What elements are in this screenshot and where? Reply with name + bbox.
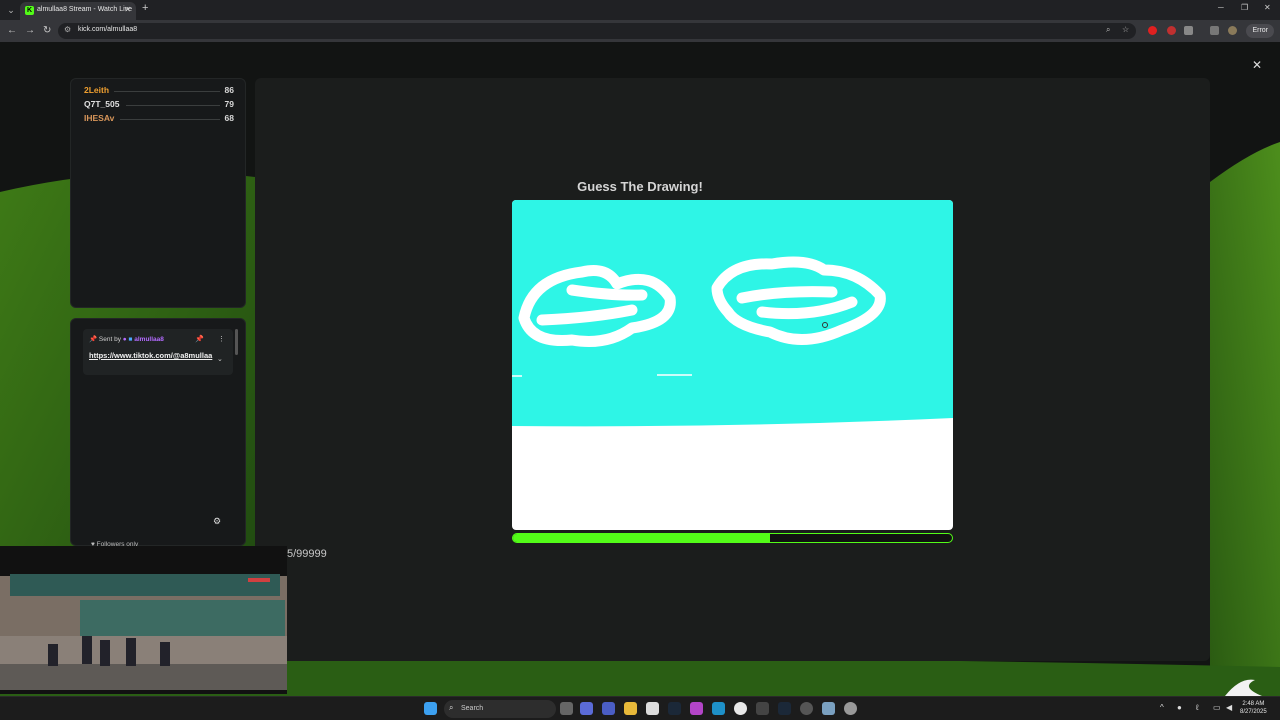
zoom-icon[interactable]: ⌕	[1106, 25, 1110, 35]
extension-record-icon[interactable]	[1148, 26, 1157, 35]
leaderboard-row: IHESAv 68	[84, 113, 234, 125]
pin-icon: 📌	[89, 336, 98, 343]
leaderboard-divider	[120, 119, 220, 120]
unpin-icon[interactable]: 📌	[195, 335, 204, 343]
taskbar-search[interactable]: ⌕ Search	[444, 700, 556, 718]
pinned-link[interactable]: https://www.tiktok.com/@a8mullaa	[89, 350, 213, 361]
extensions-puzzle-icon[interactable]	[1184, 26, 1193, 35]
tray-overflow-icon[interactable]: ^	[1160, 703, 1164, 712]
taskbar-clock[interactable]: 2:48 AM 8/27/2025	[1240, 700, 1267, 716]
expand-chevron-icon[interactable]: ⌄	[217, 355, 223, 363]
teams-icon[interactable]	[602, 702, 615, 715]
volume-icon[interactable]: ◀	[1226, 703, 1232, 712]
obs-icon[interactable]	[690, 702, 703, 715]
leaderboard-name: IHESAv	[84, 113, 115, 123]
tab-active[interactable]: K almullaa8 Stream - Watch Live ✕	[20, 2, 136, 20]
leaderboard-score: 68	[224, 113, 234, 123]
kick-favicon-icon: K	[25, 6, 34, 15]
settings-icon[interactable]	[844, 702, 857, 715]
leaderboard-name: Q7T_505	[84, 99, 120, 109]
mic-badge-icon: ●	[122, 336, 127, 343]
pinned-header: 📌 Sent by ● ■ almullaa8	[89, 335, 164, 343]
leaderboard-row: Q7T_505 79	[84, 99, 234, 111]
app-icon[interactable]	[756, 702, 769, 715]
chat-scrollbar[interactable]	[235, 329, 238, 355]
stream-page: ✕ 2Leith 86 Q7T_505 79 IHESAv 68 📌 Sent …	[0, 42, 1280, 696]
tab-bar: ⌄ K almullaa8 Stream - Watch Live ✕ + ─ …	[0, 0, 1280, 20]
chat-settings-icon[interactable]: ⚙	[213, 516, 221, 527]
minimize-icon[interactable]: ─	[1218, 3, 1224, 12]
media-icon[interactable]	[1210, 26, 1219, 35]
window-close-icon[interactable]: ✕	[1264, 3, 1271, 12]
tab-title: almullaa8 Stream - Watch Live	[37, 6, 133, 13]
leaderboard-name: 2Leith	[84, 85, 110, 95]
more-options-icon[interactable]: ⋮	[218, 335, 225, 343]
address-bar[interactable]: ⚙ kick.com/almullaa8 ⌕ ☆	[58, 23, 1136, 39]
webcam-feed	[0, 546, 287, 694]
tab-close-icon[interactable]: ✕	[124, 5, 131, 14]
pinned-sent-by: Sent by	[98, 336, 121, 343]
chat-app-icon[interactable]	[580, 702, 593, 715]
clock-date: 8/27/2025	[1240, 709, 1267, 715]
browser-toolbar: ← → ↻ ⚙ kick.com/almullaa8 ⌕ ☆ Error	[0, 20, 1280, 42]
edge-icon[interactable]	[712, 702, 725, 715]
leaderboard-divider	[114, 91, 220, 92]
address-url[interactable]: kick.com/almullaa8	[78, 26, 137, 33]
task-view-icon[interactable]	[560, 702, 573, 715]
pinned-username[interactable]: almullaa8	[134, 336, 164, 343]
error-button[interactable]: Error	[1246, 24, 1274, 38]
file-explorer-icon[interactable]	[624, 702, 637, 715]
overlay-close-icon[interactable]: ✕	[1252, 58, 1262, 72]
timer-progress-bar	[512, 533, 953, 543]
forward-icon[interactable]: →	[25, 25, 35, 36]
clock-time: 2:48 AM	[1242, 701, 1265, 707]
reload-icon[interactable]: ↻	[43, 25, 51, 36]
pinned-message: 📌 Sent by ● ■ almullaa8 📌 ⋮ https://www.…	[83, 329, 233, 375]
microphone-icon[interactable]: ●	[1177, 703, 1182, 712]
site-info-icon[interactable]: ⚙	[64, 25, 71, 34]
steam-icon[interactable]	[668, 702, 681, 715]
game-title: Guess The Drawing!	[577, 179, 703, 194]
window-app-icon[interactable]	[822, 702, 835, 715]
webcam-overlay	[0, 546, 287, 694]
drawing	[512, 200, 953, 427]
leaderboard-row: 2Leith 86	[84, 85, 234, 97]
steam-icon-2[interactable]	[778, 702, 791, 715]
new-tab-icon[interactable]: +	[142, 2, 148, 14]
extension-icon[interactable]	[1167, 26, 1176, 35]
profile-avatar-icon[interactable]	[1228, 26, 1237, 35]
maximize-icon[interactable]: ❐	[1241, 3, 1248, 12]
pen-icon[interactable]: ℓ	[1196, 703, 1199, 712]
timer-progress-fill	[513, 534, 770, 542]
leaderboard-score: 79	[224, 99, 234, 109]
store-icon[interactable]	[646, 702, 659, 715]
windows-start-icon[interactable]	[424, 702, 437, 715]
drawing-canvas[interactable]	[512, 200, 953, 530]
bookmark-star-icon[interactable]: ☆	[1122, 25, 1129, 34]
leaderboard-divider	[126, 105, 220, 106]
round-counter: 5/99999	[287, 548, 327, 560]
tab-search-icon[interactable]: ⌄	[4, 3, 18, 17]
game-launcher-icon[interactable]	[800, 702, 813, 715]
chrome-icon[interactable]	[734, 702, 747, 715]
back-icon[interactable]: ←	[7, 25, 17, 36]
user-badge-icon: ■	[128, 336, 133, 343]
chat-panel: 📌 Sent by ● ■ almullaa8 📌 ⋮ https://www.…	[70, 318, 246, 570]
search-icon: ⌕	[449, 703, 454, 712]
taskbar-search-label: Search	[461, 705, 484, 712]
leaderboard-score: 86	[224, 85, 234, 95]
taskbar: ⌕ Search ^ ● ℓ ▭ ◀ 2:48 AM 8/27/2025	[0, 696, 1280, 720]
network-icon[interactable]: ▭	[1213, 703, 1221, 712]
